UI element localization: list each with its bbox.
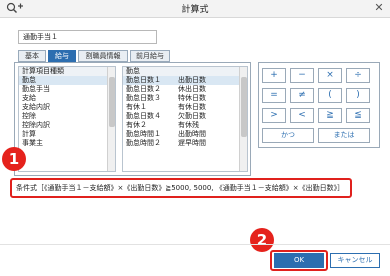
multiply-button[interactable]: × [318, 68, 342, 83]
list-item[interactable]: 事業主 [19, 139, 115, 148]
close-paren-button[interactable]: ) [346, 88, 370, 103]
less-equal-button[interactable]: ≦ [346, 108, 370, 123]
list-item[interactable]: 控除内訳 [19, 121, 115, 130]
list-item[interactable]: 控除 [19, 112, 115, 121]
item-code: 勤怠日数２ [126, 85, 161, 93]
greater-than-button[interactable]: > [262, 108, 286, 123]
item-name: 出勤時間 [178, 130, 206, 138]
scrollbar[interactable] [107, 67, 115, 171]
window-title: 計算式 [181, 5, 209, 15]
list-header: 計算項目種類 [19, 67, 115, 76]
footer-divider [0, 244, 390, 245]
item-type-list[interactable]: 計算項目種類 勤怠 勤怠手当 支給 支給内訳 控除 控除内訳 計算 事業主 [18, 66, 116, 172]
tab-prev-month-salary[interactable]: 前月給与 [130, 50, 170, 62]
scrollbar-thumb[interactable] [241, 77, 247, 137]
and-button[interactable]: かつ [262, 128, 314, 143]
callout-badge-2: 2 [250, 228, 274, 252]
minus-button[interactable]: − [290, 68, 314, 83]
list-item[interactable]: 勤怠時間１ 出勤時間 [123, 130, 247, 139]
list-item[interactable]: 支給 [19, 94, 115, 103]
item-name: 有休日数 [178, 103, 206, 111]
formula-name-field[interactable]: 通勤手当１ [18, 30, 157, 44]
plus-button[interactable]: + [262, 68, 286, 83]
item-code: 勤怠日数３ [126, 94, 161, 102]
less-than-button[interactable]: < [290, 108, 314, 123]
tab-salary[interactable]: 給与 [48, 50, 76, 62]
open-paren-button[interactable]: ( [318, 88, 342, 103]
item-code: 有休１ [126, 103, 147, 111]
scrollbar[interactable] [239, 67, 247, 171]
greater-equal-button[interactable]: ≧ [318, 108, 342, 123]
item-name: 有休残 [178, 121, 199, 129]
cancel-button[interactable]: キャンセル [330, 253, 380, 268]
tab-basic[interactable]: 基本 [18, 50, 46, 62]
item-name: 休出日数 [178, 85, 206, 93]
list-item[interactable]: 有休２ 有休残 [123, 121, 247, 130]
divide-button[interactable]: ÷ [346, 68, 370, 83]
list-item[interactable]: 勤怠日数４ 欠勤日数 [123, 112, 247, 121]
item-code: 勤怠時間２ [126, 139, 161, 147]
formula-field[interactable]: 条件式［《通勤手当１－支給額》×《出勤日数》≧5000, 5000, 《通勤手当… [10, 178, 352, 198]
not-equal-button[interactable]: ≠ [290, 88, 314, 103]
item-name: 特休日数 [178, 94, 206, 102]
item-code: 勤怠日数１ [126, 76, 161, 84]
callout-badge-1: 1 [2, 147, 26, 171]
item-code: 勤怠日数４ [126, 112, 161, 120]
item-name: 遅早時間 [178, 139, 206, 147]
equal-button[interactable]: = [262, 88, 286, 103]
list-item[interactable]: 支給内訳 [19, 103, 115, 112]
item-list[interactable]: 勤怠 勤怠日数１ 出勤日数 勤怠日数２ 休出日数 勤怠日数３ 特休日数 有休１ 有休日数… [122, 66, 248, 172]
scrollbar-thumb[interactable] [109, 77, 115, 127]
list-item[interactable]: 勤怠日数２ 休出日数 [123, 85, 247, 94]
list-item[interactable]: 計算 [19, 130, 115, 139]
item-code: 有休２ [126, 121, 147, 129]
item-name: 欠勤日数 [178, 112, 206, 120]
tab-staff-info[interactable]: 割職員情報 [78, 50, 128, 62]
list-item[interactable]: 勤怠時間２ 遅早時間 [123, 139, 247, 148]
list-item[interactable]: 勤怠日数３ 特休日数 [123, 94, 247, 103]
list-item[interactable]: 勤怠 [19, 76, 115, 85]
list-item[interactable]: 有休１ 有休日数 [123, 103, 247, 112]
search-plus-icon [6, 2, 24, 15]
list-header: 勤怠 [123, 67, 247, 76]
title-bar: 計算式 ✕ [0, 0, 390, 18]
close-icon[interactable]: ✕ [372, 1, 386, 15]
ok-button[interactable]: OK [274, 253, 324, 268]
or-button[interactable]: または [318, 128, 370, 143]
list-item[interactable]: 勤怠手当 [19, 85, 115, 94]
item-name: 出勤日数 [178, 76, 206, 84]
item-code: 勤怠時間１ [126, 130, 161, 138]
list-item[interactable]: 勤怠日数１ 出勤日数 [123, 76, 247, 85]
